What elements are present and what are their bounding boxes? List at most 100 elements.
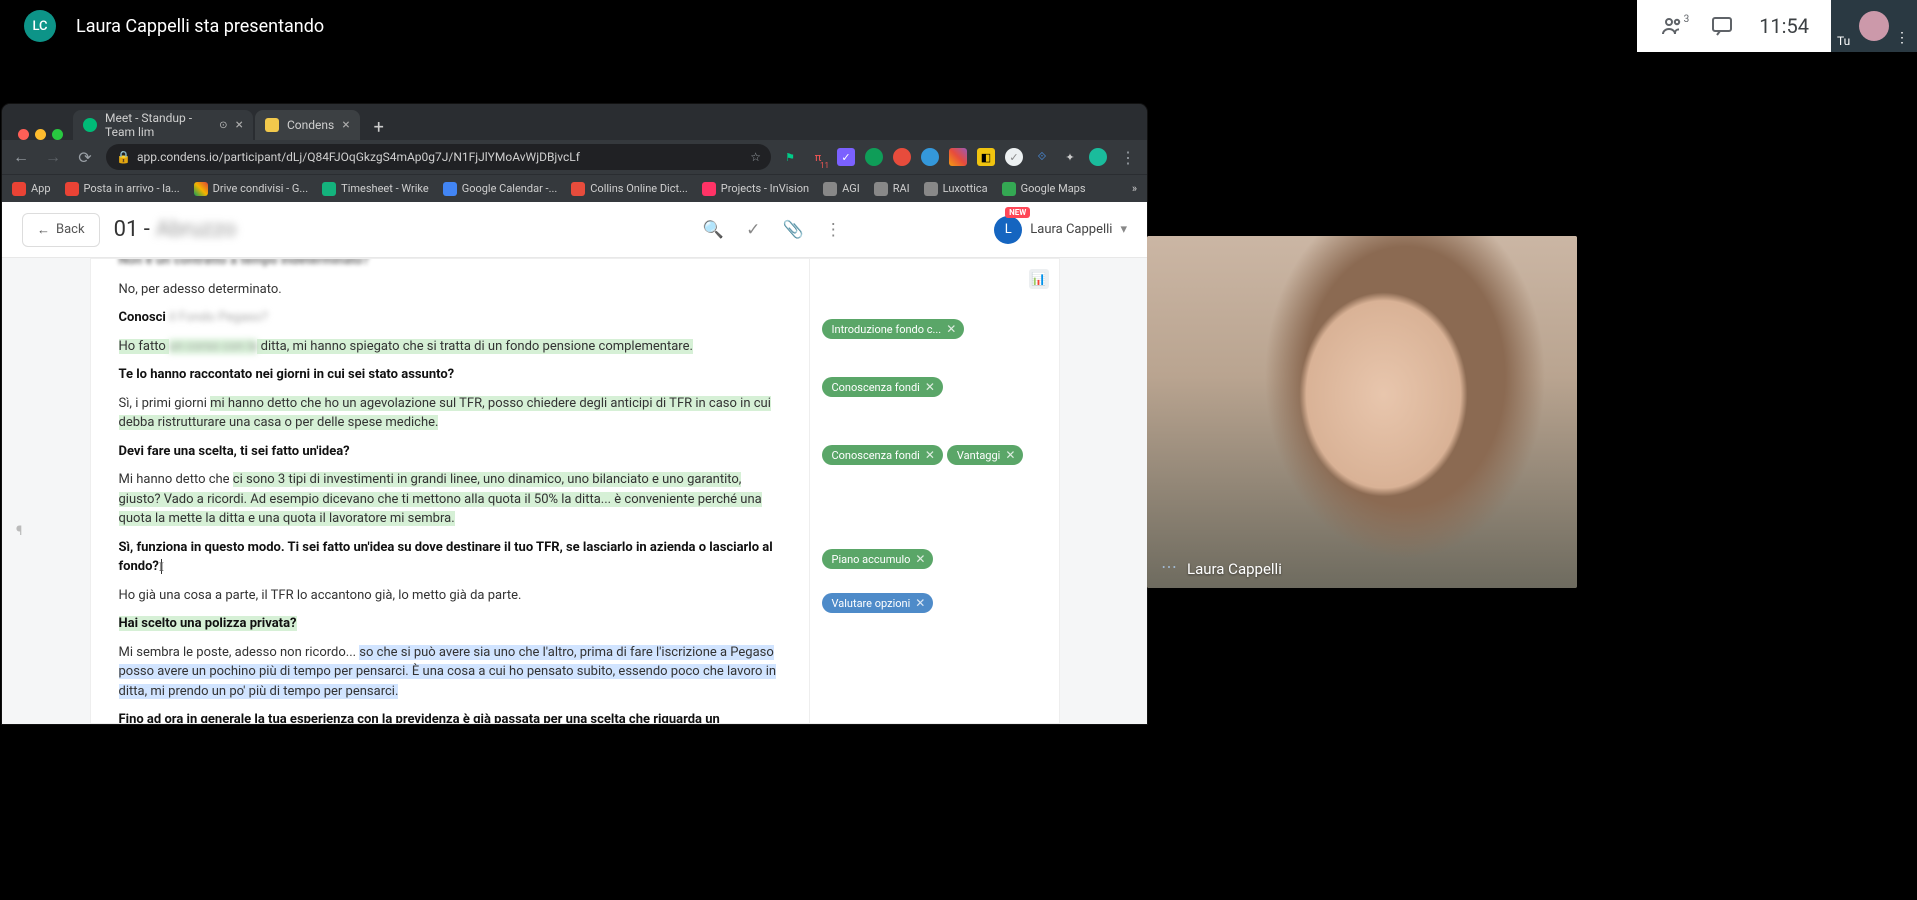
- ext-icon[interactable]: [865, 148, 883, 166]
- condens-favicon-icon: [265, 118, 279, 132]
- extensions-menu-icon[interactable]: ✦: [1061, 148, 1079, 166]
- bookmark-wrike[interactable]: Timesheet - Wrike: [322, 182, 429, 196]
- meet-favicon-icon: [83, 118, 97, 132]
- extension-icons: ⚑ π11 ✓ ◧ ✓ ⟐ ✦ ⋮: [781, 148, 1139, 167]
- interview-answer: Mi hanno detto che ci sono 3 tipi di inv…: [119, 470, 781, 529]
- ext-icon[interactable]: π11: [809, 148, 827, 166]
- tag-chip[interactable]: Valutare opzioni ✕: [822, 593, 934, 613]
- ext-icon[interactable]: ✓: [1005, 148, 1023, 166]
- bookmark-luxottica[interactable]: Luxottica: [924, 182, 988, 196]
- check-icon[interactable]: ✓: [740, 220, 766, 240]
- tab-audio-icon[interactable]: ⊙: [219, 120, 227, 131]
- search-icon[interactable]: 🔍: [700, 220, 726, 240]
- bookmarks-bar: App Posta in arrivo - la... Drive condiv…: [2, 174, 1147, 202]
- shared-screen-window: Meet - Standup - Team lim ⊙ × Condens × …: [2, 104, 1147, 724]
- bookmark-invision[interactable]: Projects - InVision: [702, 182, 809, 196]
- nav-reload-button[interactable]: ⟳: [74, 148, 96, 167]
- bookmark-gcal[interactable]: Google Calendar -...: [443, 182, 558, 196]
- paragraph-icon[interactable]: ¶: [16, 524, 22, 539]
- ext-icon[interactable]: [893, 148, 911, 166]
- bookmark-label: Collins Online Dict...: [590, 182, 688, 195]
- condens-app: ← Back 01 - Abruzzo 🔍 ✓ 📎 ⋮ L NEW Laura …: [2, 202, 1147, 724]
- tag-remove-icon[interactable]: ✕: [925, 380, 935, 394]
- url-input[interactable]: 🔒 app.condens.io/participant/dLj/Q84FJOq…: [106, 144, 771, 170]
- star-bookmark-icon[interactable]: ☆: [750, 150, 761, 164]
- close-window-icon[interactable]: [18, 129, 29, 140]
- bookmark-label: AGI: [842, 182, 860, 195]
- browser-menu-icon[interactable]: ⋮: [1117, 148, 1139, 167]
- ext-icon[interactable]: [921, 148, 939, 166]
- attachment-icon[interactable]: 📎: [780, 220, 806, 240]
- transcript-document: Non è un contratto a tempo indeterminato…: [90, 258, 1060, 724]
- interview-question: Non è un contratto a tempo indeterminato…: [119, 259, 781, 271]
- tag-row: Valutare opzioni ✕: [822, 593, 934, 613]
- bookmark-label: RAI: [893, 182, 910, 195]
- bookmark-app[interactable]: App: [12, 182, 51, 196]
- tag-chip[interactable]: Piano accumulo✕: [822, 549, 934, 569]
- meet-clock: 11:54: [1747, 14, 1821, 38]
- minimize-window-icon[interactable]: [35, 129, 46, 140]
- tab-meet[interactable]: Meet - Standup - Team lim ⊙ ×: [73, 110, 253, 140]
- self-video-thumb[interactable]: Tu ⋮: [1831, 0, 1917, 52]
- bookmark-drive[interactable]: Drive condivisi - G...: [194, 182, 308, 196]
- tag-remove-icon[interactable]: ✕: [925, 448, 935, 462]
- tag-remove-icon[interactable]: ✕: [915, 596, 925, 610]
- meet-top-right: 3 11:54 Tu ⋮: [1637, 0, 1917, 52]
- tag-label: Conoscenza fondi: [832, 449, 920, 462]
- interview-answer: Ho fatto un corso con la ditta, mi hanno…: [119, 337, 781, 357]
- tile-menu-icon[interactable]: ⋯: [1161, 557, 1179, 576]
- tag-remove-icon[interactable]: ✕: [946, 322, 956, 336]
- participants-button[interactable]: 3: [1647, 0, 1697, 52]
- analytics-icon[interactable]: 📊: [1029, 269, 1049, 289]
- ext-icon[interactable]: ⚑: [781, 148, 799, 166]
- interview-question: Devi fare una scelta, ti sei fatto un'id…: [119, 442, 781, 462]
- bookmark-label: Timesheet - Wrike: [341, 182, 429, 195]
- bookmark-label: Drive condivisi - G...: [213, 182, 308, 195]
- ext-icon[interactable]: ✓: [837, 148, 855, 166]
- arrow-left-icon: ←: [37, 222, 50, 238]
- window-controls[interactable]: [8, 129, 73, 140]
- ext-icon[interactable]: [1089, 148, 1107, 166]
- tab-condens[interactable]: Condens ×: [255, 110, 360, 140]
- tab-close-icon[interactable]: ×: [342, 117, 349, 133]
- tag-row: Conoscenza fondi✕: [822, 377, 943, 397]
- video-feed: [1147, 236, 1577, 588]
- bookmarks-overflow[interactable]: »: [1132, 182, 1137, 195]
- interview-answer: Sì, i primi giorni mi hanno detto che ho…: [119, 394, 781, 433]
- ext-icon[interactable]: [949, 148, 967, 166]
- tag-chip[interactable]: Conoscenza fondi ✕: [822, 445, 943, 465]
- nav-back-button[interactable]: ←: [10, 147, 32, 167]
- back-button[interactable]: ← Back: [22, 213, 100, 247]
- bookmark-gmaps[interactable]: Google Maps: [1002, 182, 1086, 196]
- tab-close-icon[interactable]: ×: [236, 117, 243, 133]
- tag-chip[interactable]: Vantaggi✕: [947, 445, 1024, 465]
- nav-forward-button[interactable]: →: [42, 147, 64, 167]
- more-menu-icon[interactable]: ⋮: [820, 220, 846, 240]
- title-prefix: 01 -: [114, 217, 150, 242]
- user-avatar: L NEW: [994, 216, 1022, 244]
- bookmark-rai[interactable]: RAI: [874, 182, 910, 196]
- participant-video-tile[interactable]: ⋯ Laura Cappelli: [1147, 236, 1577, 588]
- bookmark-collins[interactable]: Collins Online Dict...: [571, 182, 688, 196]
- tag-chip[interactable]: Conoscenza fondi✕: [822, 377, 943, 397]
- user-initial: L: [1005, 222, 1012, 237]
- tag-chip[interactable]: Introduzione fondo c...✕: [822, 319, 965, 339]
- tag-row: Piano accumulo✕: [822, 549, 934, 569]
- tag-remove-icon[interactable]: ✕: [915, 552, 925, 566]
- chat-button[interactable]: [1697, 0, 1747, 52]
- self-menu-icon[interactable]: ⋮: [1895, 30, 1911, 46]
- ext-icon[interactable]: ◧: [977, 148, 995, 166]
- user-menu[interactable]: L NEW Laura Cappelli ▾: [994, 216, 1127, 244]
- transcript-text[interactable]: Non è un contratto a tempo indeterminato…: [91, 259, 809, 723]
- new-tab-button[interactable]: +: [366, 114, 392, 140]
- ext-icon[interactable]: ⟐: [1033, 148, 1051, 166]
- browser-address-bar: ← → ⟳ 🔒 app.condens.io/participant/dLj/Q…: [2, 140, 1147, 174]
- zoom-window-icon[interactable]: [52, 129, 63, 140]
- bookmark-label: Projects - InVision: [721, 182, 809, 195]
- bookmark-agi[interactable]: AGI: [823, 182, 860, 196]
- bookmark-gmail[interactable]: Posta in arrivo - la...: [65, 182, 180, 196]
- tag-label: Valutare opzioni: [832, 597, 911, 610]
- participants-count: 3: [1684, 14, 1690, 25]
- tag-remove-icon[interactable]: ✕: [1005, 448, 1015, 462]
- bookmark-label: Google Maps: [1021, 182, 1086, 195]
